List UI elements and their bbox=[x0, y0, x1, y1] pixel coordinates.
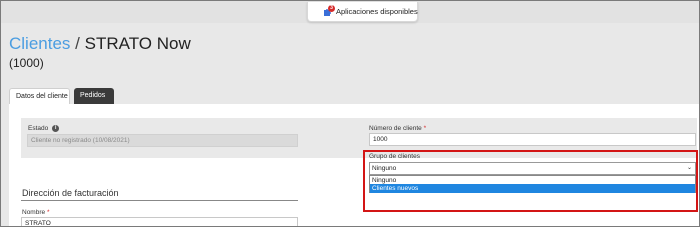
breadcrumb-clientes[interactable]: Clientes bbox=[9, 34, 70, 53]
highlight-box bbox=[363, 150, 698, 212]
tab-datos-del-cliente[interactable]: Datos del cliente bbox=[9, 88, 70, 105]
available-apps-label: Aplicaciones disponibles bbox=[336, 7, 418, 16]
billing-address-heading: Dirección de facturación bbox=[22, 188, 119, 198]
estado-field: Cliente no registrado (10/08/2021) bbox=[27, 134, 298, 147]
nombre-label: Nombre * bbox=[22, 209, 50, 216]
numero-cliente-input[interactable]: 1000 bbox=[369, 133, 696, 146]
section-divider bbox=[21, 200, 298, 201]
breadcrumb-separator: / bbox=[75, 34, 80, 53]
customer-id: (1000) bbox=[9, 56, 44, 70]
info-icon[interactable]: i bbox=[52, 125, 60, 132]
estado-label: Estado i bbox=[28, 125, 60, 132]
estado-value: Cliente no registrado (10/08/2021) bbox=[31, 137, 130, 144]
apps-count-badge: 3 bbox=[328, 5, 335, 12]
tab-pedidos[interactable]: Pedidos bbox=[74, 88, 114, 105]
page-title: Clientes / STRATO Now bbox=[9, 34, 191, 54]
customer-name: STRATO Now bbox=[84, 34, 191, 53]
nombre-input[interactable]: STRATO bbox=[21, 217, 298, 226]
numero-cliente-label: Número de cliente * bbox=[369, 125, 427, 132]
app-window: 3 Aplicaciones disponibles Clientes / ST… bbox=[0, 0, 700, 227]
top-bar: 3 Aplicaciones disponibles bbox=[1, 1, 699, 23]
available-apps-button[interactable]: 3 Aplicaciones disponibles bbox=[307, 2, 418, 22]
